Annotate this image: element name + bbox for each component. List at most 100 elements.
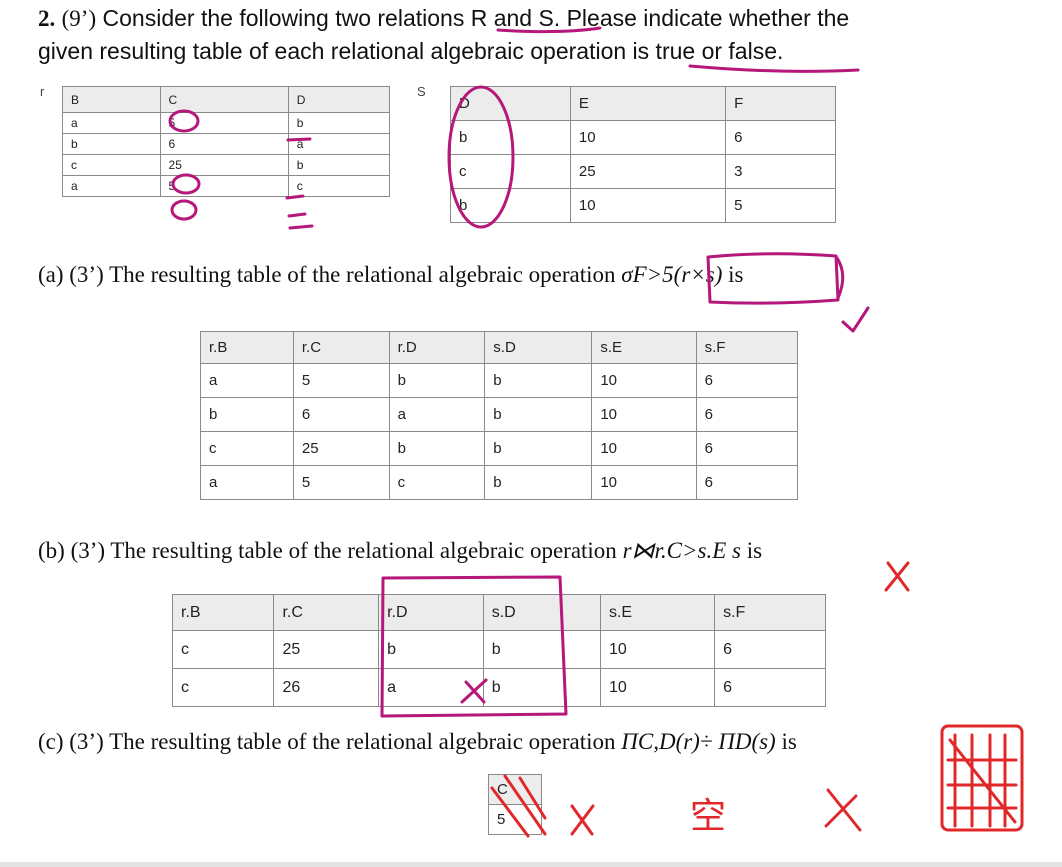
table-cell: b [450,188,571,223]
header-cell: s.F [714,594,826,631]
table-row: a5c [62,175,391,197]
table-cell: 10 [569,120,727,155]
table-cell: a [287,133,391,155]
part-b-question: (b) (3’) The resulting table of the rela… [38,538,762,564]
table-cell: b [450,120,571,155]
table-cell: a [388,397,486,432]
table-cell: 25 [569,154,727,189]
part-b-result-table: r.B r.C r.D s.D s.E s.F c 25 b b 10 6 c 26 a b 10 6 [171,594,826,707]
table-cell: 6 [159,133,289,155]
part-a-result-table: r.B r.C r.D s.D s.E s.F a 5 b b 10 6 b 6 a b 10 6 c 25 b b 10 6… [200,331,799,500]
table-cell: a [62,112,161,134]
part-c-question: (c) (3’) The resulting table of the rela… [38,729,797,755]
table-row: c 25 3 [450,154,836,189]
table-cell: b [484,397,593,432]
header-cell: C [159,86,289,113]
table-cell: b [200,397,294,432]
table-cell: 5 [292,465,390,500]
question-heading: 2. (9’) Consider the following two relat… [38,2,1038,68]
table-row: b 10 5 [450,188,836,223]
table-cell: 6 [725,120,836,155]
table-cell: 25 [292,431,390,466]
part-a-question: (a) (3’) The resulting table of the rela… [38,262,744,288]
table-cell: b [388,363,486,398]
table-header-row: DEF [450,86,836,121]
question-text-line2: given resulting table of each relational… [38,38,784,64]
header-cell: s.D [484,331,593,364]
table-cell: 25 [273,630,380,669]
part-c-prefix: (c) (3’) The resulting table of the rela… [38,729,616,754]
table-cell: 5 [159,112,289,134]
table-cell: 5 [488,804,542,835]
table-row: b 10 6 [450,120,836,155]
question-text-line1: Consider the following two relations R a… [102,5,850,31]
table-cell: c [450,154,571,189]
header-cell: r.B [171,594,275,631]
tick-c-mark [285,194,314,230]
header-cell: D [287,86,391,113]
table-cell: 10 [591,363,697,398]
table-row: b6a [62,133,391,155]
circle-5-mark [170,199,198,221]
table-cell: b [287,154,391,176]
table-cell: c [171,668,275,707]
table-cell: b [484,363,593,398]
table-cell: b [482,630,601,669]
part-b-suffix: is [746,538,763,563]
table-cell: b [484,431,593,466]
table-cell: 10 [591,465,697,500]
table-row: c 26 a b 10 6 [171,668,826,707]
handwritten-empty-char: 空 [690,796,727,837]
table-cell: 6 [292,397,390,432]
table-row: 5 [488,804,542,835]
table-header-row: BCD [62,86,391,113]
table-cell: 6 [695,465,799,500]
table-row: c 25 b [62,154,391,176]
part-b-prefix: (b) (3’) The resulting table of the rela… [38,538,617,563]
table-header-row: r.B r.C r.D s.D s.E s.F [200,331,799,364]
relation-s-table: D E Fb 10 6 c 25 3 b 10 5 [450,86,836,223]
page-bottom-border [0,862,1062,867]
table-cell: 6 [695,363,799,398]
table-header-row: r.B r.C r.D s.D s.E s.F [171,594,826,631]
table-cell: c [200,431,294,466]
table-cell: b [62,133,161,155]
table-cell: 10 [569,188,727,223]
table-header-row: C [488,774,542,805]
relation-r-table: B C Da 5 b b 6 a c 25 b a 5 c [62,86,391,197]
table-cell: 6 [714,630,826,669]
question-points: (9’) [61,6,97,31]
table-row: a 5 c b 10 6 [200,465,799,500]
table-row: b 6 a b 10 6 [200,397,799,432]
table-cell: a [200,465,294,500]
part-a-operation: σF>5(r×s) [621,262,723,287]
header-cell: r.D [388,331,486,364]
header-cell: s.E [591,331,697,364]
cross-right-mark [824,788,862,832]
table-row: c 25 b b 10 6 [171,630,826,669]
table-cell: 10 [599,630,716,669]
part-c-result-table: C5 [488,774,542,835]
table-cell: 5 [292,363,390,398]
table-cell: 10 [591,431,697,466]
table-cell: c [287,175,391,197]
header-cell: r.D [378,594,484,631]
part-a-suffix: is [728,262,744,287]
cross-c-mark [570,804,595,836]
table-cell: 6 [714,668,826,707]
header-cell: E [569,86,727,121]
header-cell: s.D [482,594,601,631]
table-cell: c [388,465,486,500]
header-cell: r.B [200,331,294,364]
table-cell: c [171,630,275,669]
header-cell: s.E [599,594,716,631]
question-number: 2. [38,6,56,31]
table-cell: b [484,465,593,500]
table-row: a 5 b b 10 6 [200,363,799,398]
header-cell: F [725,86,836,121]
table-cell: 6 [695,397,799,432]
table-cell: a [378,668,484,707]
table-row: c 25 b b 10 6 [200,431,799,466]
table-cell: b [287,112,391,134]
check-mark [841,306,870,333]
